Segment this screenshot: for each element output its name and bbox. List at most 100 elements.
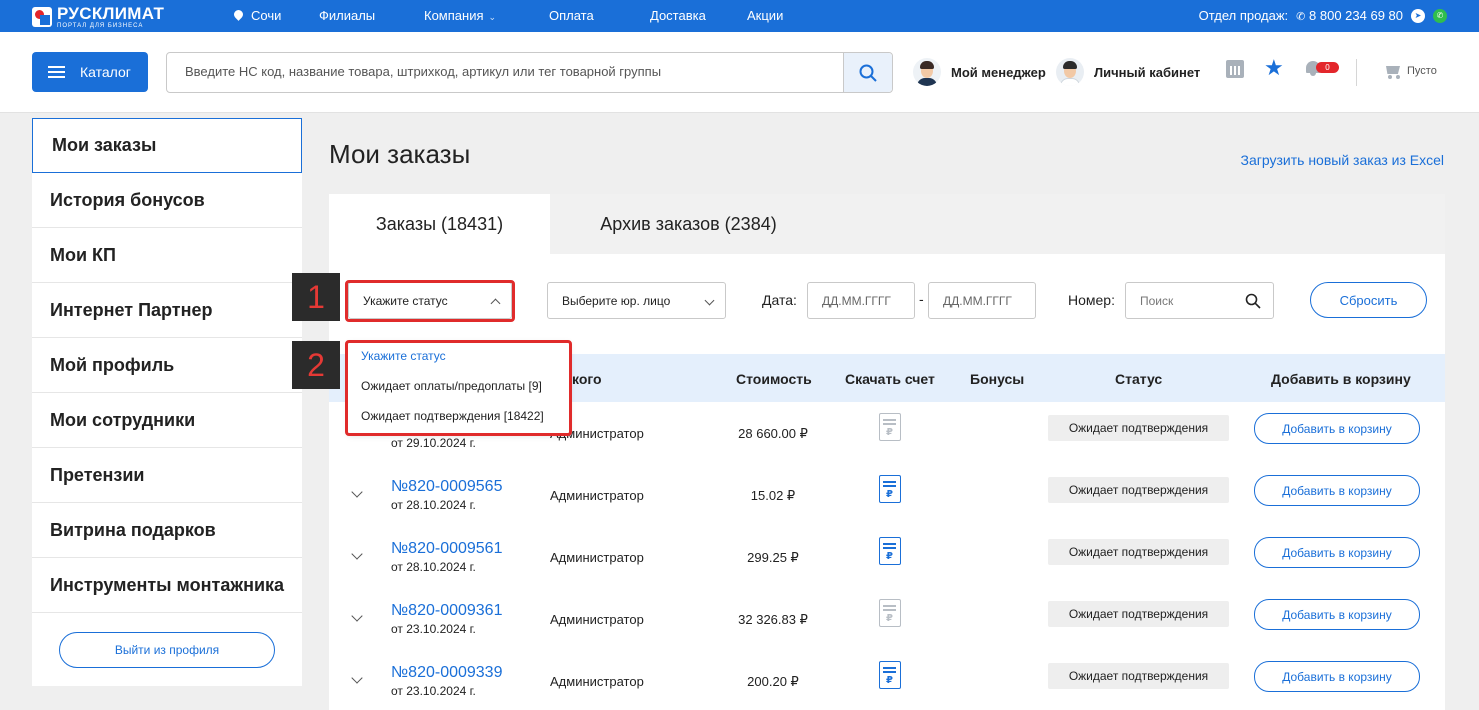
- column-cost: Стоимость: [736, 371, 812, 387]
- phone-link[interactable]: ✆ 8 800 234 69 80: [1296, 8, 1403, 23]
- sidebar-item-internet-partner[interactable]: Интернет Партнер: [32, 283, 302, 338]
- sidebar-item-gift-showcase[interactable]: Витрина подарков: [32, 503, 302, 558]
- sidebar-item-my-kp[interactable]: Мои КП: [32, 228, 302, 283]
- number-label: Номер:: [1068, 292, 1115, 308]
- telegram-icon[interactable]: ➤: [1411, 8, 1425, 23]
- chevron-up-icon: [490, 298, 501, 309]
- personal-account[interactable]: Личный кабинет: [1056, 58, 1200, 86]
- tab-archive[interactable]: Архив заказов (2384): [550, 194, 827, 254]
- phone-number: 8 800 234 69 80: [1309, 8, 1403, 23]
- search-input[interactable]: [185, 64, 825, 79]
- status-select[interactable]: Укажите статус: [348, 282, 512, 319]
- search-button[interactable]: [843, 53, 892, 92]
- sidebar: Мои заказы История бонусов Мои КП Интерн…: [32, 118, 302, 686]
- nav-promotions[interactable]: Акции: [747, 8, 783, 23]
- add-to-cart-button[interactable]: Добавить в корзину: [1254, 661, 1420, 692]
- invoice-download-icon: ₽: [879, 413, 901, 441]
- tab-orders[interactable]: Заказы (18431): [329, 194, 550, 254]
- order-author: Администратор: [550, 612, 644, 627]
- sidebar-item-my-profile[interactable]: Мой профиль: [32, 338, 302, 393]
- sidebar-item-my-orders[interactable]: Мои заказы: [32, 118, 302, 173]
- order-number-link[interactable]: №820-0009561: [391, 540, 502, 558]
- invoice-download-icon[interactable]: ₽: [879, 661, 901, 689]
- status-option-awaiting-payment[interactable]: Ожидает оплаты/предоплаты [9]: [361, 379, 542, 393]
- status-option-awaiting-confirmation[interactable]: Ожидает подтверждения [18422]: [361, 409, 544, 423]
- status-option-placeholder[interactable]: Укажите статус: [361, 349, 446, 363]
- brand-logo[interactable]: РУСКЛИМАТ ПОРТАЛ ДЛЯ БИЗНЕСА: [32, 5, 164, 29]
- upload-excel-link[interactable]: Загрузить новый заказ из Excel: [1241, 152, 1444, 168]
- date-separator: -: [919, 291, 924, 307]
- menu-icon: [48, 66, 65, 78]
- chevron-down-icon: [704, 295, 715, 306]
- account-label: Личный кабинет: [1094, 64, 1201, 80]
- legal-entity-select[interactable]: Выберите юр. лицо: [547, 282, 726, 319]
- sidebar-item-claims[interactable]: Претензии: [32, 448, 302, 503]
- nav-company[interactable]: Компания ⌄: [424, 8, 496, 23]
- favorites-star-icon[interactable]: ★: [1264, 57, 1284, 79]
- phone-icon: ✆: [1296, 11, 1306, 23]
- order-date: от 28.10.2024 г.: [391, 498, 476, 512]
- stats-icon[interactable]: [1226, 60, 1244, 78]
- table-row: №820-0009565 от 28.10.2024 г. Администра…: [329, 464, 1445, 526]
- annotation-number-1: 1: [292, 273, 340, 321]
- order-author: Администратор: [550, 674, 644, 689]
- order-date: от 29.10.2024 г.: [391, 436, 476, 450]
- column-author: кого: [572, 371, 602, 387]
- header-divider: [1356, 59, 1357, 86]
- legal-entity-value: Выберите юр. лицо: [562, 293, 671, 308]
- page-title: Мои заказы: [329, 139, 471, 169]
- status-select-value: Укажите статус: [363, 293, 448, 308]
- nav-branches[interactable]: Филиалы: [319, 8, 375, 23]
- expand-chevron-icon[interactable]: [351, 548, 363, 560]
- nav-delivery[interactable]: Доставка: [650, 8, 706, 23]
- nav-payment[interactable]: Оплата: [549, 8, 594, 23]
- column-status: Статус: [1115, 371, 1163, 387]
- add-to-cart-button[interactable]: Добавить в корзину: [1254, 413, 1420, 444]
- order-date: от 23.10.2024 г.: [391, 684, 476, 698]
- table-row: №820-0009339 от 23.10.2024 г. Администра…: [329, 650, 1445, 710]
- whatsapp-icon[interactable]: ✆: [1433, 8, 1447, 23]
- status-dropdown-menu: Укажите статус Ожидает оплаты/предоплаты…: [348, 341, 570, 434]
- date-from-input[interactable]: ДД.ММ.ГГГГ: [807, 282, 915, 319]
- column-add-to-cart: Добавить в корзину: [1271, 371, 1411, 387]
- add-to-cart-button[interactable]: Добавить в корзину: [1254, 599, 1420, 630]
- my-manager[interactable]: Мой менеджер: [913, 58, 1046, 86]
- city-selector[interactable]: Сочи: [232, 8, 282, 23]
- column-invoice: Скачать счет: [845, 371, 935, 387]
- sidebar-item-installer-tools[interactable]: Инструменты монтажника: [32, 558, 302, 613]
- order-number-link[interactable]: №820-0009339: [391, 664, 502, 682]
- search-icon: [1245, 293, 1261, 309]
- add-to-cart-button[interactable]: Добавить в корзину: [1254, 537, 1420, 568]
- order-number-input[interactable]: Поиск: [1125, 282, 1274, 319]
- order-author: Администратор: [550, 488, 644, 503]
- expand-chevron-icon[interactable]: [351, 610, 363, 622]
- order-cost: 200.20 ₽: [747, 674, 799, 689]
- order-cost: 15.02 ₽: [750, 488, 796, 503]
- search-box: [166, 52, 893, 93]
- cart-label: Пусто: [1407, 65, 1437, 77]
- sales-label: Отдел продаж:: [1198, 8, 1289, 23]
- order-cost: 28 660.00 ₽: [738, 426, 808, 441]
- city-label: Сочи: [251, 8, 282, 23]
- date-to-input[interactable]: ДД.ММ.ГГГГ: [928, 282, 1036, 319]
- nav-company-label: Компания: [424, 8, 484, 23]
- reset-button[interactable]: Сбросить: [1310, 282, 1427, 318]
- add-to-cart-button[interactable]: Добавить в корзину: [1254, 475, 1420, 506]
- order-number-link[interactable]: №820-0009361: [391, 602, 502, 620]
- sales-contact: Отдел продаж: ✆ 8 800 234 69 80 ➤ ✆: [1199, 8, 1447, 23]
- top-bar: РУСКЛИМАТ ПОРТАЛ ДЛЯ БИЗНЕСА Сочи Филиал…: [0, 0, 1479, 32]
- expand-chevron-icon[interactable]: [351, 672, 363, 684]
- logo-subtitle: ПОРТАЛ ДЛЯ БИЗНЕСА: [57, 23, 144, 29]
- catalog-label: Каталог: [80, 64, 131, 80]
- sidebar-item-bonus-history[interactable]: История бонусов: [32, 173, 302, 228]
- cart[interactable]: Пусто: [1383, 63, 1437, 79]
- logout-button[interactable]: Выйти из профиля: [59, 632, 275, 668]
- invoice-download-icon[interactable]: ₽: [879, 537, 901, 565]
- order-date: от 23.10.2024 г.: [391, 622, 476, 636]
- sidebar-item-my-employees[interactable]: Мои сотрудники: [32, 393, 302, 448]
- expand-chevron-icon[interactable]: [351, 486, 363, 498]
- invoice-download-icon[interactable]: ₽: [879, 475, 901, 503]
- order-number-link[interactable]: №820-0009565: [391, 478, 502, 496]
- logo-title: РУСКЛИМАТ: [57, 4, 165, 23]
- catalog-button[interactable]: Каталог: [32, 52, 148, 92]
